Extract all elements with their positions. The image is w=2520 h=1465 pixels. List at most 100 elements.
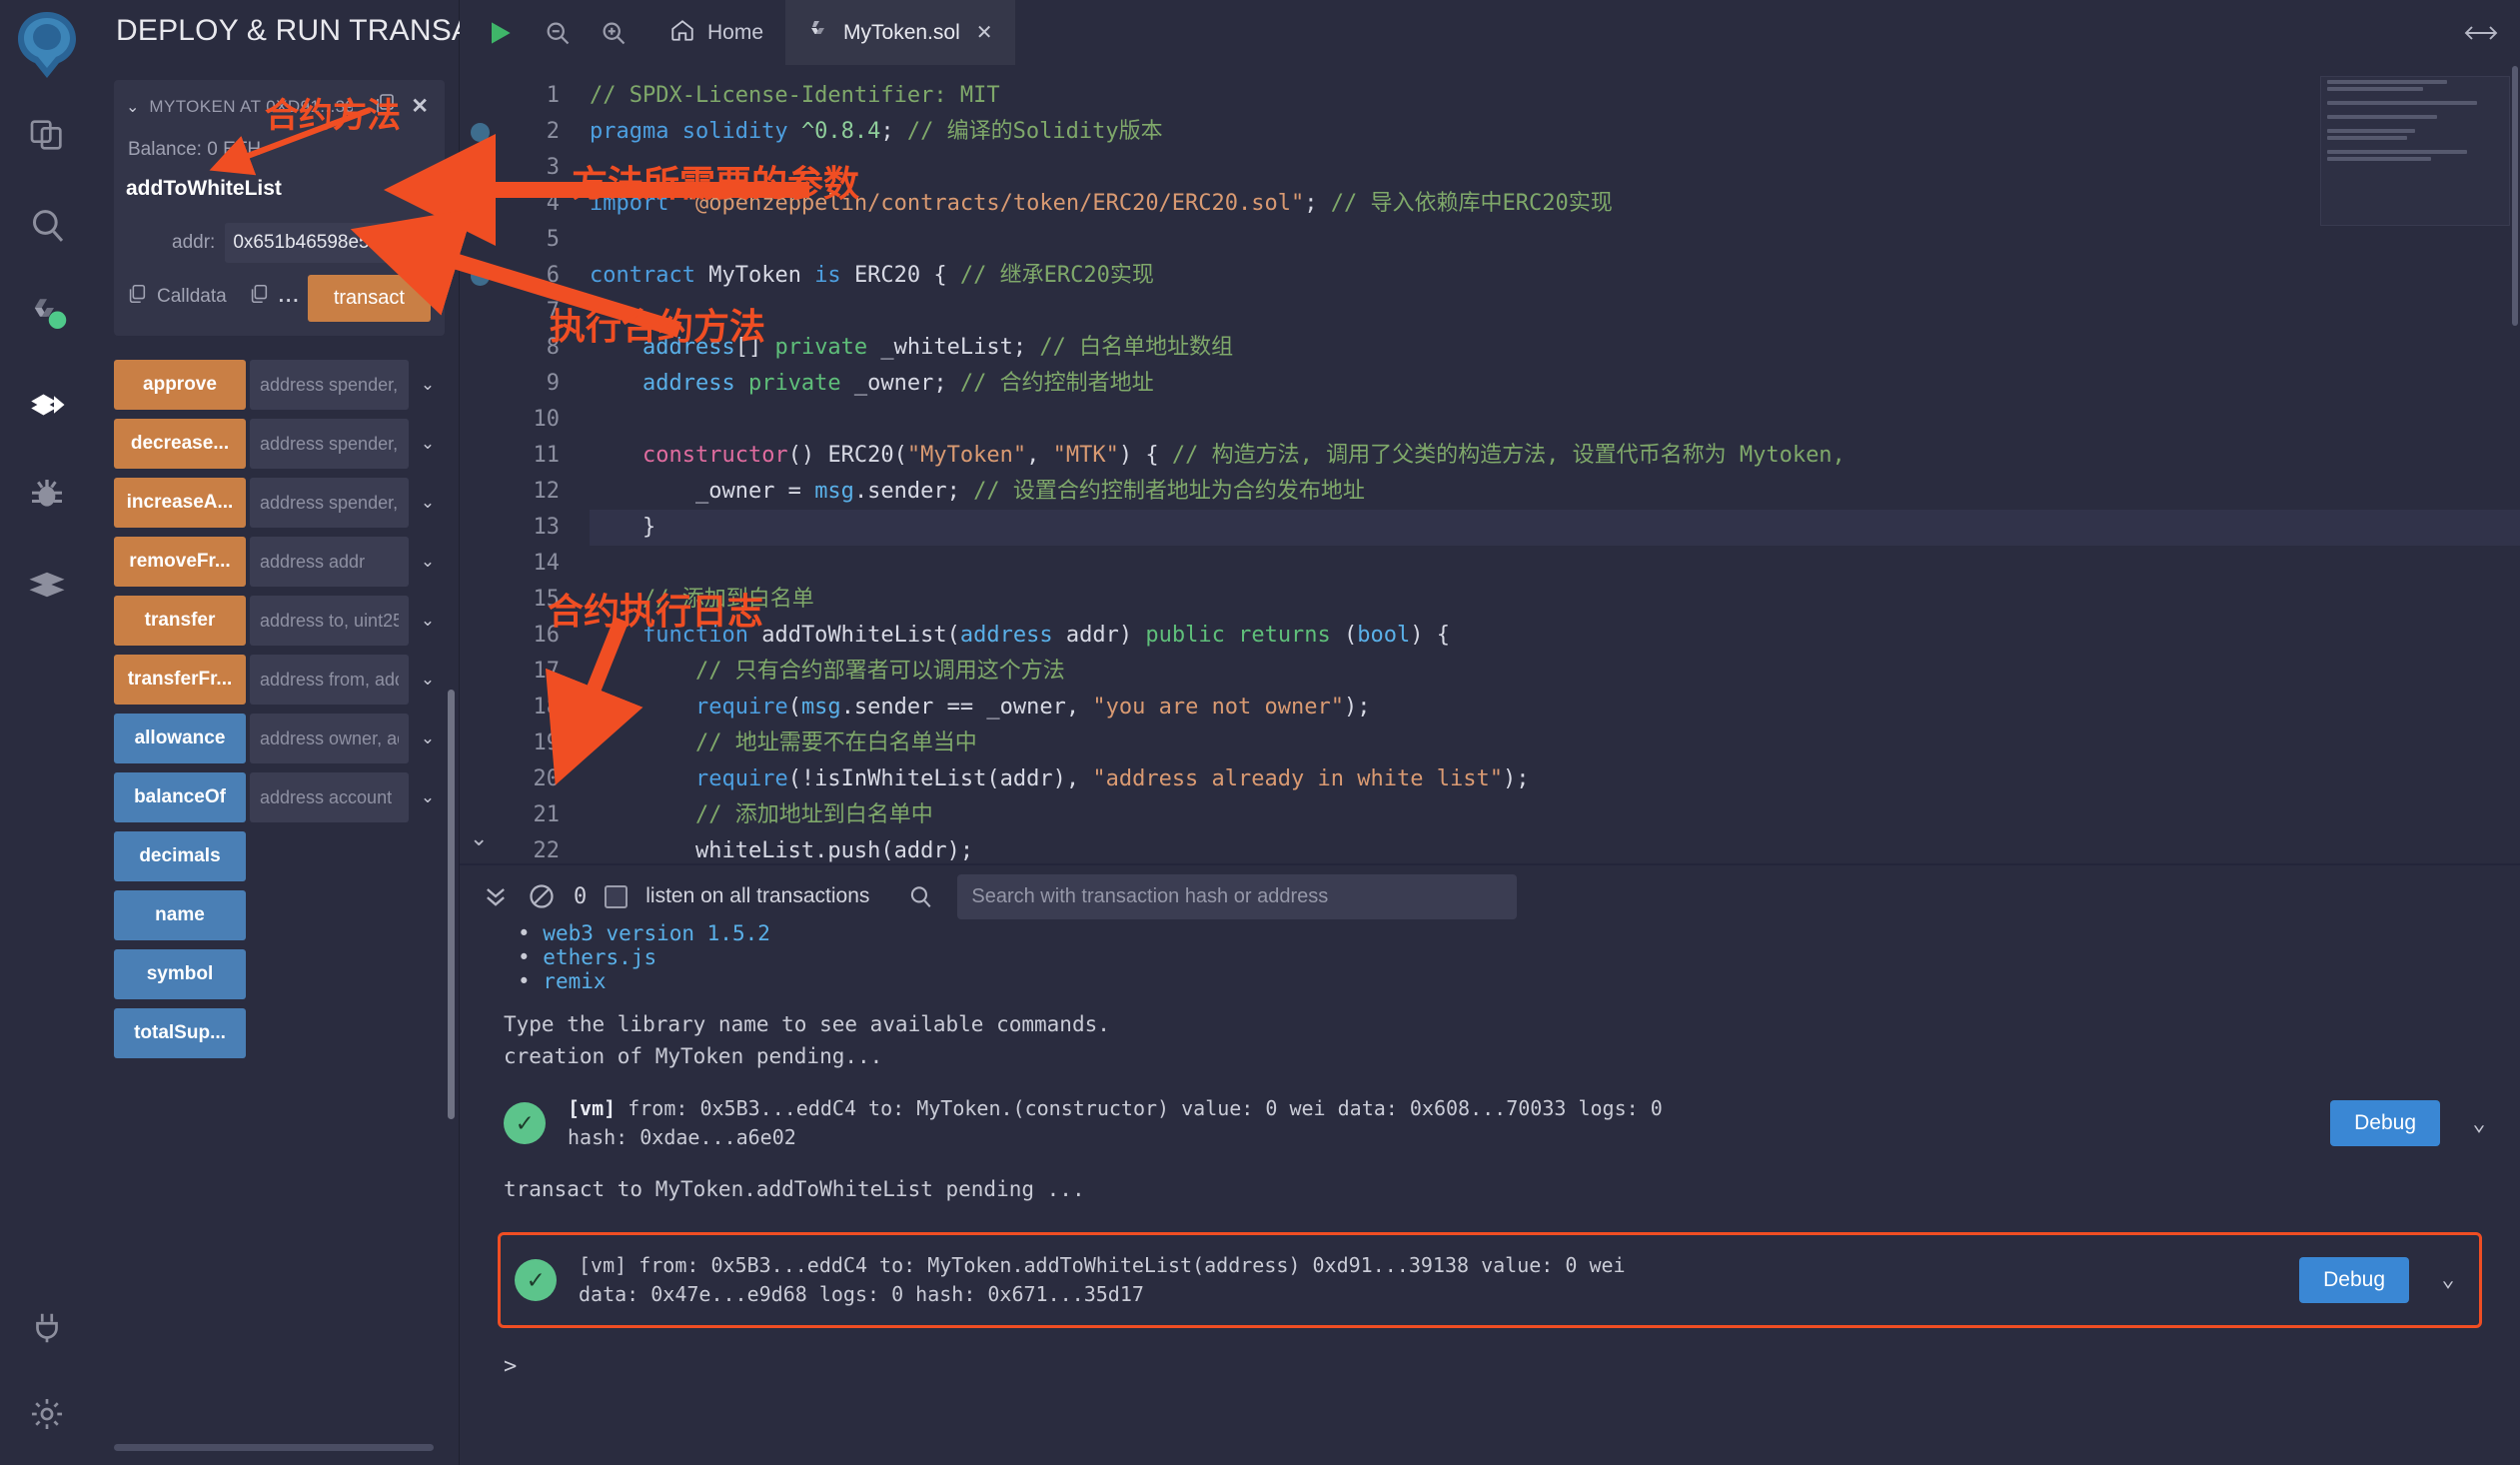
close-icon[interactable]: ✕	[407, 94, 433, 119]
editor-fold-chevron-icon[interactable]: ⌄	[470, 825, 488, 851]
breakpoint-marker[interactable]	[460, 438, 500, 474]
breakpoint-marker[interactable]	[460, 654, 500, 690]
copy-params-icon[interactable]	[248, 283, 270, 311]
chevron-down-icon[interactable]: ⌄	[411, 360, 445, 410]
chevron-down-icon[interactable]: ⌄	[411, 596, 445, 646]
function-input-transferfrom[interactable]	[250, 655, 409, 705]
editor-breakpoint-gutter[interactable]	[460, 66, 500, 863]
breakpoint-marker[interactable]	[460, 726, 500, 761]
play-icon[interactable]	[484, 17, 516, 49]
editor-code-content[interactable]: // SPDX-License-Identifier: MIT pragma so…	[570, 66, 2520, 863]
tab-mytoken-sol[interactable]: MyToken.sol ✕	[785, 0, 1015, 65]
code-line[interactable]: contract MyToken is ERC20 { // 继承ERC20实现	[590, 258, 2520, 294]
function-input-increaseallowance[interactable]	[250, 478, 409, 528]
breakpoint-marker[interactable]	[460, 150, 500, 186]
breakpoint-marker[interactable]	[460, 761, 500, 797]
breakpoint-marker[interactable]	[460, 366, 500, 402]
function-input-balanceof[interactable]	[250, 772, 409, 822]
code-line[interactable]: require(!isInWhiteList(addr), "address a…	[590, 761, 2520, 797]
plug-icon[interactable]	[22, 1303, 72, 1353]
terminal-lib-label[interactable]: web3 version 1.5.2	[543, 921, 770, 945]
breakpoint-marker[interactable]	[460, 258, 500, 294]
breakpoint-marker[interactable]	[460, 474, 500, 510]
close-icon[interactable]: ✕	[976, 20, 993, 45]
chevron-up-icon[interactable]: ⌃	[415, 179, 429, 199]
zoom-out-icon[interactable]	[544, 19, 572, 47]
zoom-in-icon[interactable]	[600, 19, 628, 47]
selected-method-row[interactable]: addToWhiteList ⌃	[126, 177, 433, 201]
breakpoint-marker[interactable]	[460, 618, 500, 654]
chevron-down-icon[interactable]: ⌄	[411, 419, 445, 469]
copy-calldata-icon[interactable]	[126, 283, 148, 311]
breakpoint-marker[interactable]	[460, 78, 500, 114]
code-line[interactable]: constructor() ERC20("MyToken", "MTK") { …	[590, 438, 2520, 474]
chevron-down-icon[interactable]: ⌄	[126, 97, 139, 117]
search-icon[interactable]	[907, 883, 933, 909]
chevron-down-icon[interactable]: ⌄	[411, 772, 445, 822]
code-line[interactable]	[590, 294, 2520, 330]
function-input-allowance[interactable]	[250, 714, 409, 763]
debugger-icon[interactable]	[22, 470, 72, 520]
function-input-removefromwhitelist[interactable]	[250, 537, 409, 587]
transact-button[interactable]: transact	[307, 275, 431, 322]
code-line[interactable]: address[] private _whiteList; // 白名单地址数组	[590, 330, 2520, 366]
chevron-down-icon[interactable]: ⌄	[2431, 1267, 2465, 1292]
code-line[interactable]: whiteList.push(addr);	[590, 833, 2520, 863]
chevron-down-icon[interactable]: ⌄	[2462, 1111, 2496, 1136]
code-line[interactable]: // 添加到白名单	[590, 582, 2520, 618]
code-line[interactable]	[590, 402, 2520, 438]
chevron-down-icon[interactable]: ⌄	[411, 714, 445, 763]
terminal-lib-label[interactable]: ethers.js	[543, 945, 656, 969]
code-line[interactable]	[590, 222, 2520, 258]
chevron-down-icon[interactable]: ⌄	[411, 655, 445, 705]
breakpoint-marker[interactable]	[460, 294, 500, 330]
code-line[interactable]	[590, 150, 2520, 186]
terminal-lib-label[interactable]: remix	[543, 969, 606, 993]
panel-horizontal-scrollbar[interactable]	[114, 1444, 434, 1451]
function-button-transferfrom[interactable]: transferFr...	[114, 655, 246, 705]
code-line[interactable]: // 只有合约部署者可以调用这个方法	[590, 654, 2520, 690]
plugin-manager-icon[interactable]	[22, 560, 72, 610]
addr-input[interactable]	[225, 223, 433, 263]
function-button-totalsupply[interactable]: totalSup...	[114, 1008, 246, 1058]
debug-button[interactable]: Debug	[2330, 1100, 2440, 1146]
function-button-transfer[interactable]: transfer	[114, 596, 246, 646]
terminal-prompt[interactable]: >	[504, 1354, 2496, 1379]
chevrons-down-icon[interactable]	[482, 882, 510, 910]
function-button-decimals[interactable]: decimals	[114, 831, 246, 881]
function-button-allowance[interactable]: allowance	[114, 714, 246, 763]
listen-all-transactions-checkbox[interactable]	[605, 884, 629, 908]
breakpoint-marker[interactable]	[460, 510, 500, 546]
code-line[interactable]: require(msg.sender == _owner, "you are n…	[590, 690, 2520, 726]
code-line[interactable]: function addToWhiteList(address addr) pu…	[590, 618, 2520, 654]
expand-horizontal-icon[interactable]	[2464, 0, 2520, 65]
breakpoint-marker[interactable]	[460, 114, 500, 150]
function-button-decreaseallowance[interactable]: decrease...	[114, 419, 246, 469]
code-editor[interactable]: 1 2 3 4 5 6 7 8 9 10 11 12 13 14 15 16 17 18 19 20 21 22 // S…	[460, 66, 2520, 863]
deploy-run-icon[interactable]	[22, 380, 72, 430]
breakpoint-marker[interactable]	[460, 546, 500, 582]
code-line[interactable]: pragma solidity ^0.8.4; // 编译的Solidity版本	[590, 114, 2520, 150]
search-icon[interactable]	[22, 200, 72, 250]
code-line[interactable]: // SPDX-License-Identifier: MIT	[590, 78, 2520, 114]
function-input-approve[interactable]	[250, 360, 409, 410]
function-button-name[interactable]: name	[114, 890, 246, 940]
code-line[interactable]: // 地址需要不在白名单当中	[590, 726, 2520, 761]
tab-home[interactable]: Home	[647, 0, 785, 65]
code-line[interactable]: }	[590, 510, 2520, 546]
solidity-compiler-icon[interactable]	[22, 290, 72, 340]
gear-icon[interactable]	[22, 1389, 72, 1439]
code-line[interactable]: // 添加地址到白名单中	[590, 797, 2520, 833]
no-entry-icon[interactable]	[528, 882, 556, 910]
breakpoint-marker[interactable]	[460, 330, 500, 366]
breakpoint-marker[interactable]	[460, 402, 500, 438]
function-input-transfer[interactable]	[250, 596, 409, 646]
chevron-down-icon[interactable]: ⌄	[411, 478, 445, 528]
search-input[interactable]	[957, 873, 1518, 919]
editor-vertical-scrollbar[interactable]	[2512, 66, 2518, 326]
breakpoint-marker[interactable]	[460, 690, 500, 726]
chevron-down-icon[interactable]: ⌄	[411, 537, 445, 587]
editor-minimap[interactable]	[2320, 76, 2510, 226]
function-input-decreaseallowance[interactable]	[250, 419, 409, 469]
breakpoint-marker[interactable]	[460, 222, 500, 258]
